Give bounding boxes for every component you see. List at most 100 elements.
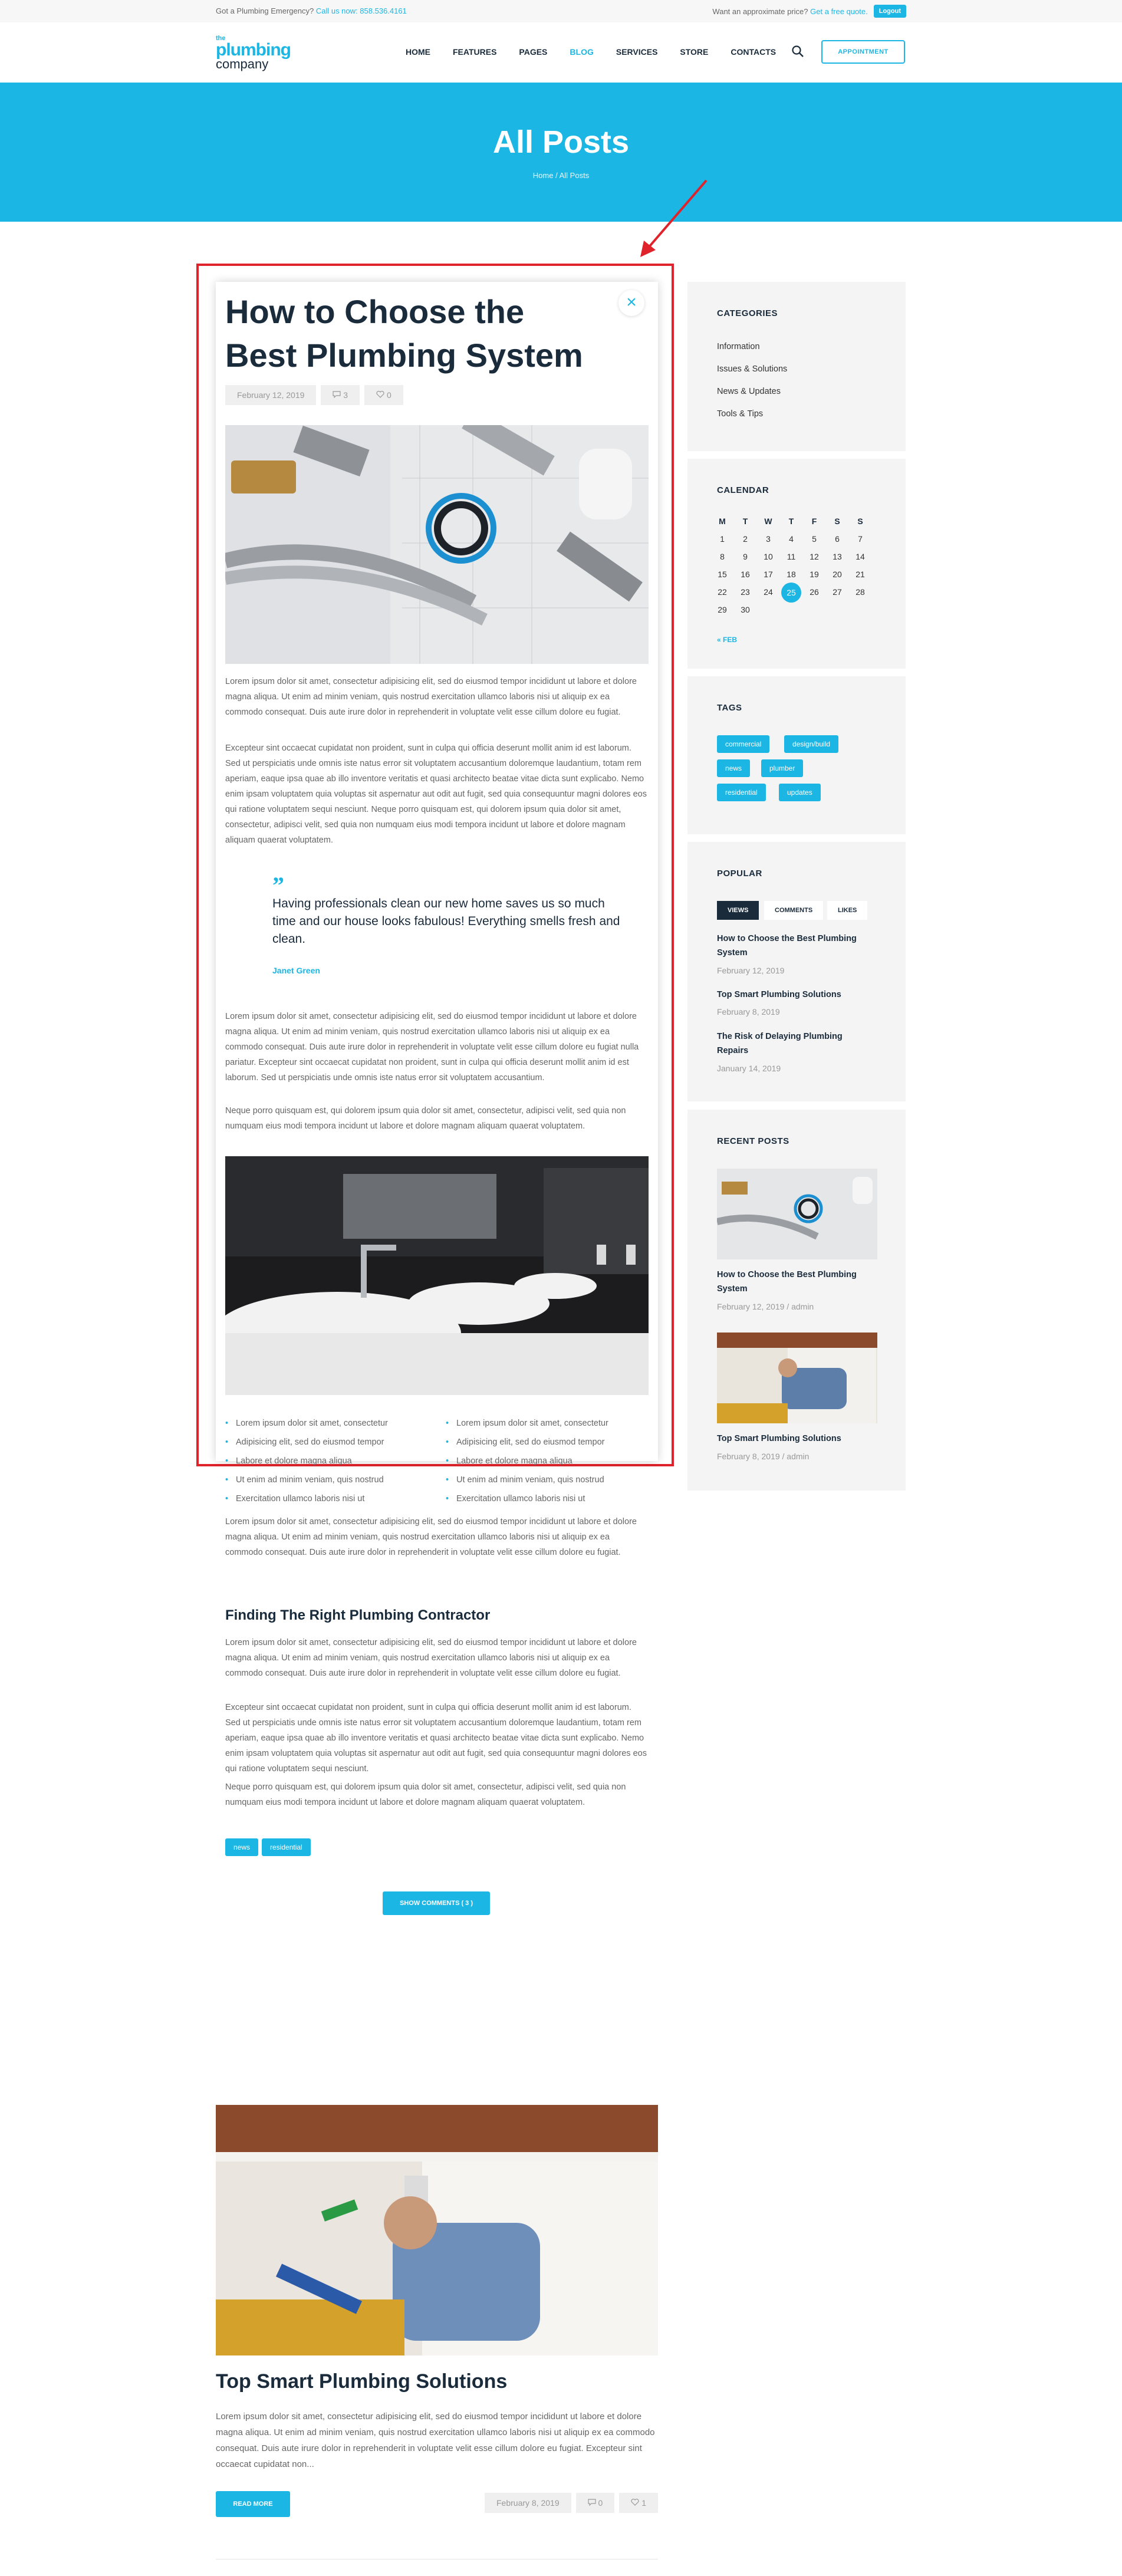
calendar-day[interactable]: 7 xyxy=(849,534,871,544)
tag-updates[interactable]: updates xyxy=(779,784,821,801)
calendar-day[interactable]: 21 xyxy=(849,570,871,579)
calendar-day[interactable]: 5 xyxy=(803,534,825,544)
nav-home[interactable]: HOME xyxy=(406,47,430,57)
calendar-day[interactable]: 4 xyxy=(780,534,802,544)
post2-title[interactable]: Top Smart Plumbing Solutions xyxy=(216,2370,507,2393)
category-information[interactable]: Information xyxy=(717,342,760,351)
free-quote-link[interactable]: Get a free quote. xyxy=(810,7,868,16)
calendar-day[interactable]: 1 xyxy=(711,534,733,544)
popular-post-date: January 14, 2019 xyxy=(717,1064,781,1073)
post-tag-news[interactable]: news xyxy=(225,1838,259,1856)
calendar-day[interactable]: 10 xyxy=(757,552,779,561)
heart-icon xyxy=(376,390,384,398)
calendar-prev-link[interactable]: « FEB xyxy=(717,636,737,644)
read-more-button[interactable]: READ MORE xyxy=(216,2491,290,2517)
calendar-day[interactable]: 6 xyxy=(826,534,848,544)
post2-date[interactable]: February 8, 2019 xyxy=(485,2493,571,2513)
popular-post-link[interactable]: How to Choose the Best Plumbing System xyxy=(717,932,870,960)
post-comments[interactable]: 3 xyxy=(321,385,360,405)
tag-residential[interactable]: residential xyxy=(717,784,766,801)
breadcrumb-current: All Posts xyxy=(559,171,590,180)
search-icon[interactable] xyxy=(791,45,804,58)
post-image-tools xyxy=(225,425,649,664)
list-item: Exercitation ullamco laboris nisi ut xyxy=(225,1489,426,1508)
calendar-day[interactable]: 13 xyxy=(826,552,848,561)
tag-design-build[interactable]: design/build xyxy=(784,735,839,753)
tag-commercial[interactable]: commercial xyxy=(717,735,770,753)
category-news-updates[interactable]: News & Updates xyxy=(717,387,781,396)
post2-comments-count: 0 xyxy=(598,2498,603,2508)
post-tag-residential[interactable]: residential xyxy=(262,1838,311,1856)
calendar-day[interactable]: 8 xyxy=(711,552,733,561)
logout-button[interactable]: Logout xyxy=(873,5,906,18)
post-date[interactable]: February 12, 2019 xyxy=(225,385,317,405)
logo[interactable]: the plumbing company xyxy=(216,35,298,71)
breadcrumb-separator: / xyxy=(555,171,558,180)
emergency-info: Got a Plumbing Emergency? Call us now: 8… xyxy=(216,6,407,15)
post2-likes-count: 1 xyxy=(641,2498,646,2508)
calendar-day[interactable]: 2 xyxy=(734,534,756,544)
post2-comments[interactable]: 0 xyxy=(575,2493,615,2513)
nav-services[interactable]: SERVICES xyxy=(616,47,658,57)
close-icon[interactable]: × xyxy=(618,290,644,316)
nav-blog[interactable]: BLOG xyxy=(570,47,593,57)
calendar-day[interactable]: 22 xyxy=(711,587,733,597)
recent-post-thumb-plumber[interactable] xyxy=(717,1333,877,1423)
recent-post-meta: February 8, 2019 / admin xyxy=(717,1452,809,1461)
calendar-day[interactable]: 9 xyxy=(734,552,756,561)
popular-post-link[interactable]: The Risk of Delaying Plumbing Repairs xyxy=(717,1029,870,1058)
calendar-day[interactable]: 20 xyxy=(826,570,848,579)
recent-post-author[interactable]: admin xyxy=(791,1302,814,1311)
nav-contacts[interactable]: CONTACTS xyxy=(731,47,776,57)
nav-features[interactable]: FEATURES xyxy=(453,47,496,57)
calendar-day[interactable]: 17 xyxy=(757,570,779,579)
list-item: Labore et dolore magna aliqua xyxy=(225,1452,426,1470)
tab-comments[interactable]: COMMENTS xyxy=(764,901,824,920)
calendar-day[interactable]: 15 xyxy=(711,570,733,579)
widget-recent-posts: RECENT POSTS How to Choose the Best Plum… xyxy=(687,1110,906,1491)
calendar-day-today[interactable]: 25 xyxy=(781,583,801,603)
post2-likes[interactable]: 1 xyxy=(619,2493,658,2513)
post-title: How to Choose the Best Plumbing System xyxy=(225,293,583,374)
site-header: the plumbing company HOME FEATURES PAGES… xyxy=(0,22,1122,83)
phone-link[interactable]: 858.536.4161 xyxy=(360,6,407,15)
blockquote-text: Having professionals clean our new home … xyxy=(272,897,620,946)
calendar-day[interactable]: 26 xyxy=(803,587,825,597)
calendar-day[interactable]: 19 xyxy=(803,570,825,579)
recent-post-link[interactable]: Top Smart Plumbing Solutions xyxy=(717,1432,870,1446)
tag-plumber[interactable]: plumber xyxy=(761,759,804,777)
calendar-day[interactable]: 23 xyxy=(734,587,756,597)
appointment-button[interactable]: APPOINTMENT xyxy=(821,40,905,64)
recent-post-date: February 12, 2019 xyxy=(717,1302,785,1311)
recent-post-thumb-tools[interactable] xyxy=(717,1169,877,1259)
tab-likes[interactable]: LIKES xyxy=(827,901,868,920)
post-paragraph-4: Neque porro quisquam est, qui dolorem ip… xyxy=(225,1106,626,1131)
calendar-day[interactable]: 28 xyxy=(849,587,871,597)
heart-icon xyxy=(631,2498,639,2506)
popular-post-link[interactable]: Top Smart Plumbing Solutions xyxy=(717,988,870,1002)
calendar-day[interactable]: 30 xyxy=(734,605,756,614)
calendar-day[interactable]: 24 xyxy=(757,587,779,597)
post-likes[interactable]: 0 xyxy=(364,385,403,405)
recent-post-author[interactable]: admin xyxy=(787,1452,809,1461)
show-comments-button[interactable]: SHOW COMMENTS ( 3 ) xyxy=(383,1891,490,1915)
nav-pages[interactable]: PAGES xyxy=(519,47,547,57)
recent-post-link[interactable]: How to Choose the Best Plumbing System xyxy=(717,1268,870,1296)
calendar-day[interactable]: 11 xyxy=(780,552,802,561)
calendar-day[interactable]: 27 xyxy=(826,587,848,597)
breadcrumb-home[interactable]: Home xyxy=(533,171,554,180)
tag-news[interactable]: news xyxy=(717,759,751,777)
comment-icon xyxy=(333,391,341,399)
category-issues-solutions[interactable]: Issues & Solutions xyxy=(717,364,787,374)
calendar-day[interactable]: 29 xyxy=(711,605,733,614)
calendar-day[interactable]: 14 xyxy=(849,552,871,561)
category-tools-tips[interactable]: Tools & Tips xyxy=(717,409,763,419)
calendar-day[interactable]: 18 xyxy=(780,570,802,579)
post-comments-count: 3 xyxy=(343,390,348,400)
post2-image-plumber[interactable] xyxy=(216,2105,658,2355)
nav-store[interactable]: STORE xyxy=(680,47,708,57)
calendar-day[interactable]: 16 xyxy=(734,570,756,579)
tab-views[interactable]: VIEWS xyxy=(717,901,759,920)
calendar-day[interactable]: 12 xyxy=(803,552,825,561)
calendar-day[interactable]: 3 xyxy=(757,534,779,544)
